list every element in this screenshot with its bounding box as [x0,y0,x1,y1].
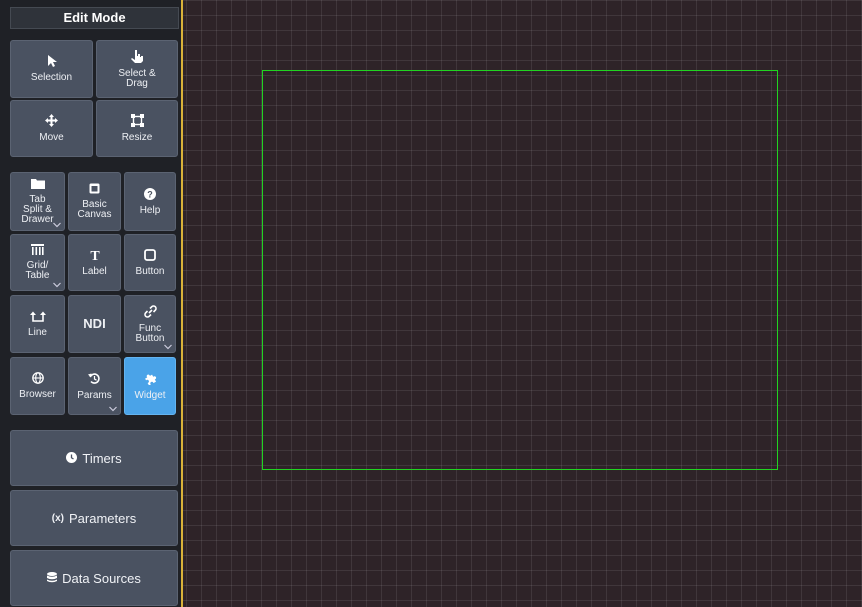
question-circle-icon: ? [144,187,156,203]
move-arrows-icon [45,114,58,130]
move-label: Move [39,132,64,143]
edit-mode-title: Edit Mode [10,7,179,29]
data-sources-button[interactable]: Data Sources [10,550,178,606]
puzzle-icon [144,372,157,388]
tab-split-drawer-label: Tab Split & Drawer [21,194,54,225]
clock-icon [66,451,78,466]
timers-label: Timers [82,450,122,466]
selection-tool-button[interactable]: Selection [10,40,93,98]
browser-tool-button[interactable]: Browser [10,357,65,415]
resize-frame-icon [130,114,144,130]
basic-canvas-label: Basic Canvas [77,199,112,220]
canvas-square-icon [89,183,100,197]
timers-button[interactable]: Timers [10,430,178,486]
cursor-arrow-icon [47,55,57,70]
grid-table-label: Grid/ Table [25,260,50,281]
widget-tool-button[interactable]: Widget [124,357,176,415]
browser-label: Browser [19,389,56,400]
line-label: Line [28,326,47,338]
chevron-down-icon [164,344,172,350]
grid-table-tool-button[interactable]: Grid/ Table [10,234,65,291]
resize-tool-button[interactable]: Resize [96,100,178,157]
label-label: Label [82,266,107,277]
text-t-icon: T [89,248,101,264]
parameters-x-icon: (x) [51,512,65,524]
database-icon [47,571,58,586]
svg-text:T: T [90,249,100,261]
help-tool-button[interactable]: ? Help [124,172,176,231]
tab-split-drawer-tool-button[interactable]: Tab Split & Drawer [10,172,65,231]
basic-canvas-tool-button[interactable]: Basic Canvas [68,172,121,231]
params-tool-button[interactable]: Params [68,357,121,415]
chevron-down-icon [53,282,61,288]
resize-label: Resize [121,132,153,143]
refresh-icon [88,372,101,388]
parameters-button[interactable]: (x) Parameters [10,490,178,546]
edit-mode-sidebar: Edit Mode Selection Select & Drag Move R… [0,0,183,607]
help-label: Help [139,204,161,216]
button-tool-button[interactable]: Button [124,234,176,291]
select-drag-tool-button[interactable]: Select & Drag [96,40,178,98]
canvas-frame[interactable] [262,70,778,470]
table-icon [31,244,44,258]
func-button-label: Func Button [135,322,165,344]
globe-icon [31,372,44,387]
line-tool-button[interactable]: Line [10,295,65,353]
svg-text:?: ? [147,189,153,199]
data-sources-label: Data Sources [62,570,141,586]
design-canvas[interactable] [183,0,862,607]
link-icon [143,304,157,321]
move-tool-button[interactable]: Move [10,100,93,157]
parameters-label: Parameters [69,510,137,526]
params-label: Params [77,389,112,401]
selection-label: Selection [30,72,73,83]
widget-label: Widget [134,389,166,401]
ndi-label: NDI [83,316,106,331]
folder-tab-icon [30,178,45,192]
select-drag-label: Select & Drag [118,67,156,89]
button-label: Button [135,265,165,277]
hand-pointer-icon [131,49,143,66]
rounded-square-icon [144,248,156,264]
ndi-tool-button[interactable]: NDI [68,295,121,353]
func-button-tool-button[interactable]: Func Button [124,295,176,353]
label-tool-button[interactable]: T Label [68,234,121,291]
chevron-down-icon [53,222,61,228]
line-arrows-icon [29,311,46,325]
chevron-down-icon [109,406,117,412]
